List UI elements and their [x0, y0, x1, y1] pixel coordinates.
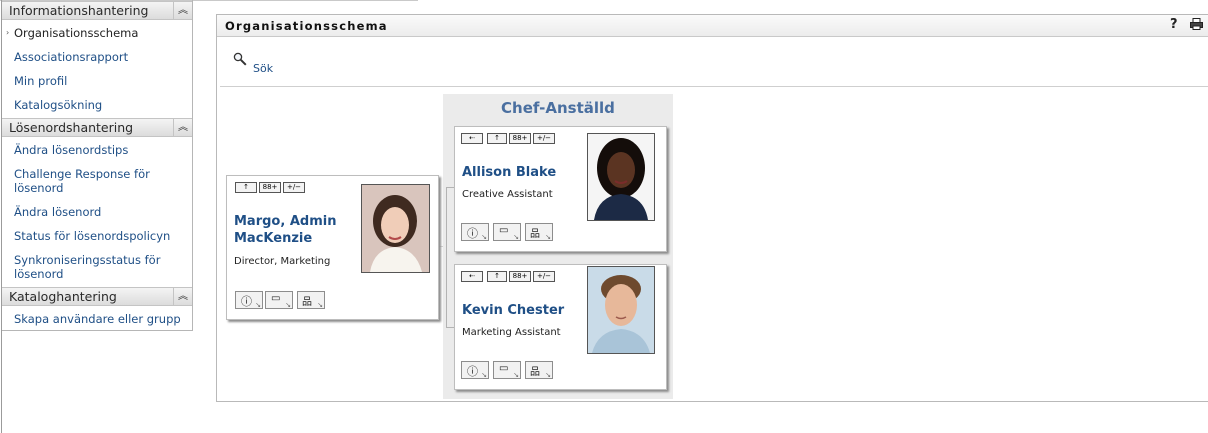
person-photo [361, 184, 430, 273]
person-name[interactable]: Allison Blake [462, 164, 556, 181]
info-icon[interactable]: ⓘ ↘ [461, 361, 489, 379]
details-icon[interactable]: ▭ ↘ [493, 361, 521, 379]
section-header-kataloghantering[interactable]: Kataloghantering ︽ [2, 287, 192, 306]
show-reports-icon[interactable]: 88+ [259, 182, 281, 193]
collapse-double-chevron-icon[interactable]: ︽ [173, 2, 192, 19]
printer-icon[interactable] [1190, 18, 1203, 30]
collapse-double-chevron-icon[interactable]: ︽ [173, 119, 192, 136]
toolbar-divider [220, 86, 1208, 87]
nav-item-katalogsokning[interactable]: Katalogsökning [14, 98, 184, 112]
org-chart-icon[interactable]: 品 ↘ [297, 291, 325, 309]
person-title: Creative Assistant [462, 189, 553, 200]
nav-item-min-profil[interactable]: Min profil [14, 74, 184, 88]
report-card: ⇠ ↑ 88+ +/− Allison Blake Creative Assis… [454, 126, 667, 252]
person-title: Marketing Assistant [462, 327, 561, 338]
person-name[interactable]: Margo, Admin MacKenzie [234, 213, 354, 247]
search-link[interactable]: Sök [253, 62, 273, 75]
move-to-manager-icon[interactable]: ⇠ [461, 271, 483, 282]
details-icon[interactable]: ▭ ↘ [265, 291, 293, 309]
person-photo [587, 266, 655, 354]
section-title: Kataloghantering [9, 289, 117, 304]
nav-item-skapa-anvandare[interactable]: Skapa användare eller grupp [14, 312, 184, 326]
expand-collapse-icon[interactable]: +/− [533, 271, 555, 282]
collapse-double-chevron-icon[interactable]: ︽ [173, 288, 192, 305]
section-title: Lösenordshantering [9, 120, 134, 135]
portlet-title: Organisationsschema [225, 19, 388, 33]
connector-line [446, 187, 454, 188]
selected-item-marker-icon: › [6, 28, 10, 37]
section-title: Informationshantering [9, 3, 149, 18]
search-icon[interactable] [233, 52, 247, 66]
connector-line [446, 187, 447, 328]
move-up-icon[interactable]: ↑ [487, 271, 507, 282]
person-name[interactable]: Kevin Chester [462, 302, 564, 319]
group-title: Chef-Anställd [501, 99, 615, 117]
details-icon[interactable]: ▭ ↘ [493, 223, 521, 241]
nav-item-organisationsschema[interactable]: Organisationsschema [14, 26, 184, 40]
manager-card: ↑ 88+ +/− Margo, Admin MacKenzie Directo… [226, 175, 439, 320]
nav-item-andra-losenordstips[interactable]: Ändra lösenordstips [14, 143, 184, 157]
help-icon[interactable]: ? [1170, 17, 1178, 32]
nav-item-associationsrapport[interactable]: Associationsrapport [14, 50, 184, 64]
person-photo [587, 133, 655, 221]
move-up-icon[interactable]: ↑ [235, 182, 257, 193]
section-header-losenordshantering[interactable]: Lösenordshantering ︽ [2, 118, 192, 137]
expand-collapse-icon[interactable]: +/− [533, 133, 555, 144]
move-to-manager-icon[interactable]: ⇠ [461, 133, 483, 144]
report-card: ⇠ ↑ 88+ +/− Kevin Chester Marketing Assi… [454, 264, 667, 390]
left-navigation-panel: Informationshantering ︽ › Organisationss… [2, 0, 193, 331]
connector-line [446, 327, 454, 328]
show-reports-icon[interactable]: 88+ [509, 271, 531, 282]
section-header-informationshantering[interactable]: Informationshantering ︽ [2, 1, 192, 20]
org-chart-icon[interactable]: 品 ↘ [525, 223, 553, 241]
show-reports-icon[interactable]: 88+ [509, 133, 531, 144]
info-icon[interactable]: ⓘ ↘ [461, 223, 489, 241]
nav-item-andra-losenord[interactable]: Ändra lösenord [14, 205, 184, 219]
nav-item-synkroniseringsstatus[interactable]: Synkroniseringsstatus för lösenord [14, 253, 184, 281]
expand-collapse-icon[interactable]: +/− [283, 182, 305, 193]
nav-item-status-losenordspolicy[interactable]: Status för lösenordspolicyn [14, 229, 184, 243]
move-up-icon[interactable]: ↑ [487, 133, 507, 144]
org-chart-icon[interactable]: 品 ↘ [525, 361, 553, 379]
nav-item-challenge-response[interactable]: Challenge Response för lösenord [14, 167, 184, 195]
person-title: Director, Marketing [234, 256, 331, 267]
info-icon[interactable]: ⓘ ↘ [235, 291, 263, 309]
